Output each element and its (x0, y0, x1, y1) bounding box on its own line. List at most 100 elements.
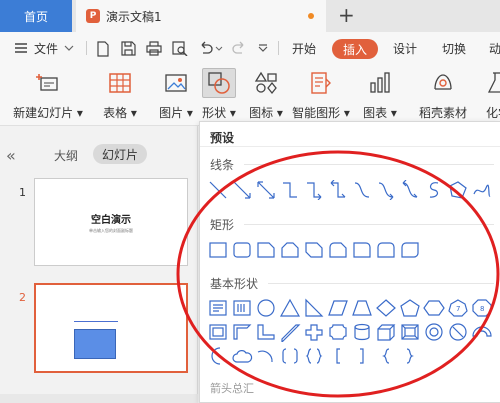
hexagon-shape-icon[interactable] (422, 298, 446, 318)
curved-double-arrow-connector-shape-icon[interactable] (398, 180, 422, 200)
curve-shape-icon[interactable] (422, 180, 446, 200)
collapse-pane-icon[interactable]: « (6, 146, 16, 165)
icons-button[interactable]: 图标 ▾ (246, 64, 286, 124)
rectangle-shape-icon[interactable] (206, 240, 230, 260)
pentagon-shape-icon[interactable] (398, 298, 422, 318)
new-tab-button[interactable]: + (338, 3, 355, 27)
cross-shape-icon[interactable] (302, 322, 326, 342)
bevel-shape-icon[interactable] (398, 322, 422, 342)
slides-view-tab[interactable]: 幻灯片 (93, 144, 147, 164)
half-frame-shape-icon[interactable] (230, 322, 254, 342)
double-bracket-shape-icon[interactable] (278, 346, 302, 366)
save-icon[interactable] (121, 41, 136, 56)
tab-home[interactable]: 首页 (0, 0, 72, 32)
new-document-icon[interactable] (96, 41, 110, 57)
round-diagonal-rectangle-shape-icon[interactable] (398, 240, 422, 260)
tab-insert[interactable]: 插入 (332, 39, 378, 59)
no-symbol-shape-icon[interactable] (446, 322, 470, 342)
picture-button[interactable]: 图片 ▾ (156, 64, 196, 124)
curved-connector-shape-icon[interactable] (350, 180, 374, 200)
elbow-connector-shape-icon[interactable] (278, 180, 302, 200)
heptagon-shape-icon[interactable]: 7 (446, 298, 470, 318)
line-shape-icon[interactable] (206, 180, 230, 200)
tab-start[interactable]: 开始 (292, 32, 316, 64)
basic-shapes-row-2 (206, 322, 494, 342)
tab-start-label: 开始 (292, 41, 317, 56)
double-arrow-line-shape-icon[interactable] (254, 180, 278, 200)
smartart-icon (304, 68, 338, 98)
l-shape-icon[interactable] (254, 322, 278, 342)
left-brace-shape-icon[interactable] (374, 346, 398, 366)
category-rectangles-label: 矩形 (210, 218, 235, 232)
cloud-shape-icon[interactable] (230, 346, 254, 366)
new-slide-button[interactable]: 新建幻灯片 ▾ (10, 64, 86, 124)
tab-transition[interactable]: 切换 (442, 32, 466, 64)
right-triangle-shape-icon[interactable] (302, 298, 326, 318)
plaque-shape-icon[interactable] (326, 322, 350, 342)
elbow-arrow-connector-shape-icon[interactable] (302, 180, 326, 200)
octagon-shape-icon[interactable]: 8 (470, 298, 494, 318)
table-icon (103, 68, 137, 98)
file-menu[interactable]: 文件 (14, 32, 74, 64)
snip-corner-rectangle-shape-icon[interactable] (254, 240, 278, 260)
can-shape-icon[interactable] (350, 322, 374, 342)
freeform-shape-icon[interactable] (446, 180, 470, 200)
snip-diagonal-rectangle-shape-icon[interactable] (302, 240, 326, 260)
trapezoid-shape-icon[interactable] (350, 298, 374, 318)
double-brace-shape-icon[interactable] (302, 346, 326, 366)
oval-shape-icon[interactable] (254, 298, 278, 318)
triangle-shape-icon[interactable] (278, 298, 302, 318)
snip-round-rectangle-shape-icon[interactable] (326, 240, 350, 260)
diagonal-stripe-shape-icon[interactable] (278, 322, 302, 342)
snip-same-side-rectangle-shape-icon[interactable] (278, 240, 302, 260)
left-bracket-shape-icon[interactable] (326, 346, 350, 366)
tab-transition-label: 切换 (442, 41, 467, 56)
redo-icon[interactable] (232, 41, 247, 55)
round-single-corner-rectangle-shape-icon[interactable] (350, 240, 374, 260)
tab-document[interactable]: P 演示文稿1 (76, 0, 326, 32)
slide-thumbnail-1[interactable]: 空白演示 单击输入您的封面副标题 (34, 178, 188, 266)
right-brace-shape-icon[interactable] (398, 346, 422, 366)
hamburger-icon (15, 43, 27, 53)
slide-number: 2 (19, 291, 26, 304)
ribbon: 新建幻灯片 ▾ 表格 ▾ 图片 ▾ 形状 ▾ 图标 ▾ 智能图形 ▾ 图表 ▾ … (0, 64, 500, 126)
chart-button[interactable]: 图表 ▾ (360, 64, 400, 124)
arrow-line-shape-icon[interactable] (230, 180, 254, 200)
tab-animation[interactable]: 动 (489, 32, 500, 64)
shape-button[interactable]: 形状 ▾ (198, 64, 240, 124)
slide-thumbnail-2[interactable] (34, 283, 188, 373)
undo-dropdown-icon[interactable] (215, 46, 223, 52)
tab-design[interactable]: 设计 (393, 32, 417, 64)
docer-material-button[interactable]: 稻壳素材 (414, 64, 472, 124)
moon-shape-icon[interactable] (206, 346, 230, 366)
donut-shape-icon[interactable] (422, 322, 446, 342)
text-box-shape-icon[interactable] (206, 298, 230, 318)
rounded-rectangle-shape-icon[interactable] (230, 240, 254, 260)
curved-arrow-connector-shape-icon[interactable] (374, 180, 398, 200)
separator (278, 41, 279, 55)
arc-shape-icon[interactable] (254, 346, 278, 366)
slide-1-title: 空白演示 (91, 215, 131, 226)
basic-shapes-row-3 (206, 346, 422, 366)
undo-icon[interactable] (198, 41, 213, 55)
block-arc-shape-icon[interactable] (470, 322, 494, 342)
vertical-text-box-shape-icon[interactable] (230, 298, 254, 318)
elbow-double-arrow-connector-shape-icon[interactable] (326, 180, 350, 200)
smartart-button[interactable]: 智能图形 ▾ (292, 64, 350, 124)
round-same-side-rectangle-shape-icon[interactable] (374, 240, 398, 260)
slide-navigation-pane: « 大纲 幻灯片 1 空白演示 单击输入您的封面副标题 2 (0, 126, 198, 403)
frame-shape-icon[interactable] (206, 322, 230, 342)
slides-view-label: 幻灯片 (101, 147, 138, 162)
quick-access-dropdown-icon[interactable] (258, 44, 268, 52)
chemistry-button[interactable]: 化学 (478, 64, 500, 124)
cube-shape-icon[interactable] (374, 322, 398, 342)
diamond-shape-icon[interactable] (374, 298, 398, 318)
right-bracket-shape-icon[interactable] (350, 346, 374, 366)
print-icon[interactable] (146, 41, 162, 56)
file-menu-label: 文件 (34, 41, 59, 56)
print-preview-icon[interactable] (172, 41, 188, 56)
parallelogram-shape-icon[interactable] (326, 298, 350, 318)
table-button[interactable]: 表格 ▾ (100, 64, 140, 124)
outline-view-tab[interactable]: 大纲 (54, 147, 78, 164)
scribble-shape-icon[interactable] (470, 180, 494, 200)
